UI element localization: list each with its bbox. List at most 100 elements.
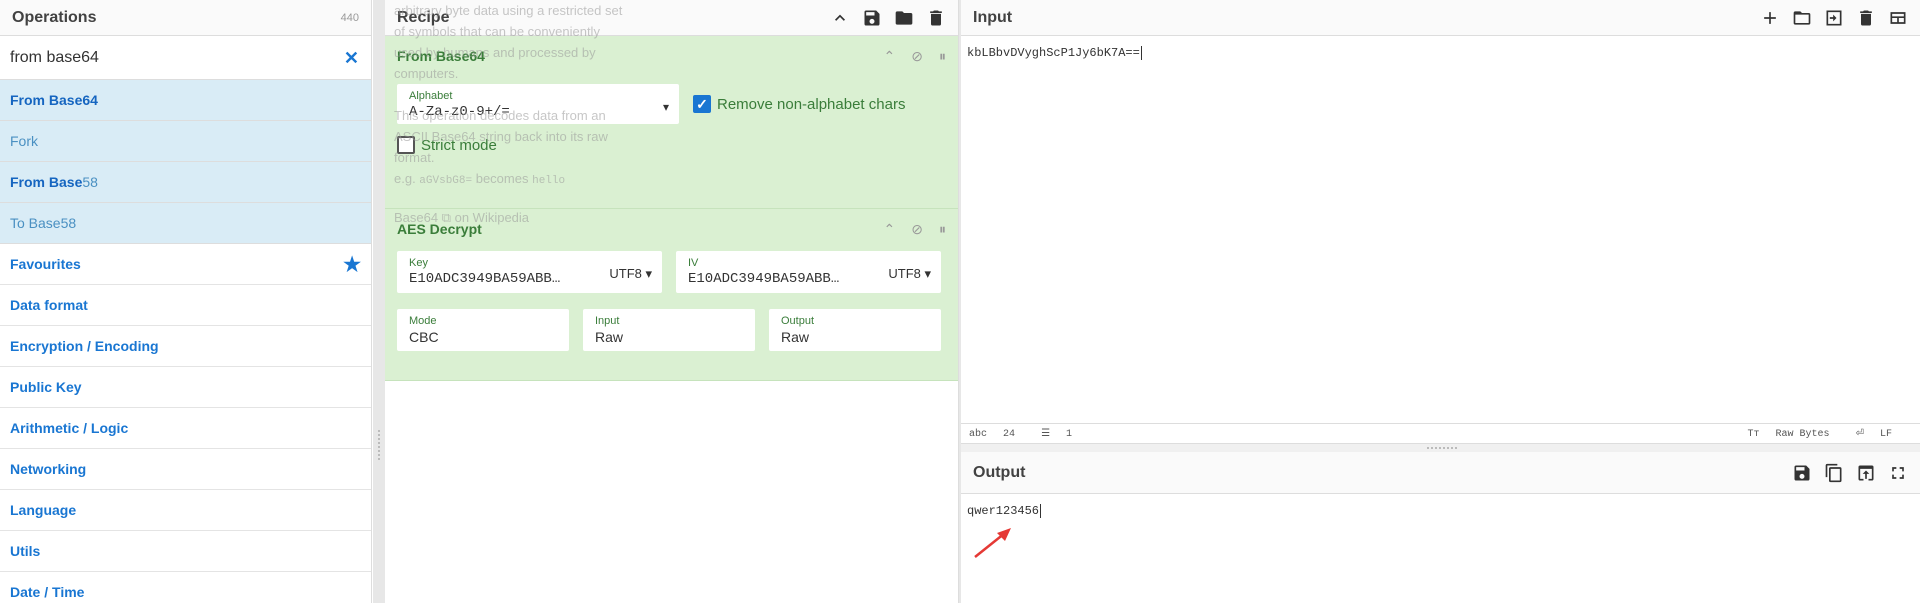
field-value: Raw xyxy=(781,329,810,345)
layout-icon[interactable] xyxy=(1888,8,1908,28)
category-encryption-encoding[interactable]: Encryption / Encoding xyxy=(0,326,371,367)
category-arithmetic-logic[interactable]: Arithmetic / Logic xyxy=(0,408,371,449)
chevron-up-icon[interactable]: ⌃ xyxy=(884,48,896,65)
recipe-pane: Recipe From Base64 ⌃ ⊘ ⏸ Alphabet A-Za-z… xyxy=(385,0,959,603)
io-resizer[interactable] xyxy=(961,444,1920,452)
iv-field[interactable]: IV E10ADC3949BA59ABB… UTF8 ▾ xyxy=(676,251,941,293)
category-label: Arithmetic / Logic xyxy=(10,420,129,436)
input-title: Input xyxy=(973,8,1013,26)
alphabet-row: Alphabet A-Za-z0-9+/= ▾ ✓ Remove non-alp… xyxy=(397,84,946,124)
chevron-up-icon[interactable]: ⌃ xyxy=(884,221,896,238)
ingredient-aes-decrypt: AES Decrypt ⌃ ⊘ ⏸ Key E10ADC3949BA59ABB…… xyxy=(385,209,958,381)
output-toolbar xyxy=(1792,463,1908,483)
trash-icon[interactable] xyxy=(926,8,946,28)
resizer-grip xyxy=(378,430,380,460)
lines-icon: ☰ xyxy=(1041,428,1051,440)
pane-resizer-left[interactable] xyxy=(373,0,385,603)
eol-label: LF xyxy=(1879,428,1892,440)
disable-icon[interactable]: ⊘ xyxy=(911,221,923,238)
output-title: Output xyxy=(973,463,1026,481)
star-icon: ★ xyxy=(343,253,361,276)
key-iv-row: Key E10ADC3949BA59ABB… UTF8 ▾ IV E10ADC3… xyxy=(397,251,946,293)
field-value: A-Za-z0-9+/= xyxy=(409,104,510,120)
clear-search-icon[interactable]: ✕ xyxy=(344,48,359,69)
line-count: ☰ 1 xyxy=(1041,429,1082,440)
ingredient-header: From Base64 ⌃ ⊘ ⏸ xyxy=(397,44,946,68)
category-label: Networking xyxy=(10,461,87,477)
category-language[interactable]: Language xyxy=(0,490,371,531)
caret-down-icon: ▾ xyxy=(662,100,669,114)
encoding-label: UTF8 xyxy=(888,266,921,281)
strict-mode-checkbox[interactable]: Strict mode xyxy=(397,136,946,154)
field-label: Output xyxy=(781,315,815,327)
operations-title: Operations xyxy=(12,8,97,26)
op-label-bold: From Base xyxy=(10,174,83,190)
checkbox-label: Strict mode xyxy=(421,136,497,154)
op-fork[interactable]: Fork xyxy=(0,121,371,162)
chevron-up-icon[interactable] xyxy=(830,8,850,28)
char-count-value: 24 xyxy=(1003,428,1016,440)
category-utils[interactable]: Utils xyxy=(0,531,371,572)
text-cursor xyxy=(1140,46,1142,60)
iv-encoding-dropdown[interactable]: UTF8 ▾ xyxy=(888,266,931,282)
category-label: Favourites xyxy=(10,256,81,272)
maximize-icon[interactable] xyxy=(1888,463,1908,483)
category-date-time[interactable]: Date / Time xyxy=(0,572,371,603)
output-format-select[interactable]: Output Raw xyxy=(769,309,941,351)
open-folder-icon[interactable] xyxy=(1792,8,1812,28)
op-label-rest: Fork xyxy=(10,133,38,149)
recipe-header: Recipe xyxy=(385,0,958,36)
input-format-select[interactable]: Input Raw xyxy=(583,309,755,351)
output-text: qwer123456 xyxy=(967,504,1040,518)
op-label-rest: To Base58 xyxy=(10,215,77,231)
key-encoding-dropdown[interactable]: UTF8 ▾ xyxy=(609,266,652,282)
op-to-base58[interactable]: To Base58 xyxy=(0,203,371,244)
category-data-format[interactable]: Data format xyxy=(0,285,371,326)
key-field[interactable]: Key E10ADC3949BA59ABB… UTF8 ▾ xyxy=(397,251,662,293)
category-favourites[interactable]: Favourites ★ xyxy=(0,244,371,285)
remove-non-alphabet-checkbox[interactable]: ✓ Remove non-alphabet chars xyxy=(693,95,905,113)
input-status-bar: abc 24 ☰ 1 Tт Raw Bytes ⏎ LF xyxy=(961,424,1920,444)
folder-icon[interactable] xyxy=(894,8,914,28)
encoding-button[interactable]: Tт Raw Bytes xyxy=(1748,429,1840,440)
ingredient-title: AES Decrypt xyxy=(397,221,482,237)
operations-search: ✕ xyxy=(0,36,371,80)
field-value: E10ADC3949BA59ABB… xyxy=(688,271,840,287)
search-input[interactable] xyxy=(10,48,330,67)
operations-count: 440 xyxy=(340,11,359,24)
copy-icon[interactable] xyxy=(1824,463,1844,483)
operations-pane: Operations 440 ✕ From Base64 Fork From B… xyxy=(0,0,372,603)
eol-button[interactable]: ⏎ LF xyxy=(1856,429,1902,440)
alphabet-select[interactable]: Alphabet A-Za-z0-9+/= ▾ xyxy=(397,84,679,124)
pause-icon[interactable]: ⏸ xyxy=(939,221,946,238)
op-from-base64[interactable]: From Base64 xyxy=(0,80,371,121)
replace-input-icon[interactable] xyxy=(1856,463,1876,483)
mode-select[interactable]: Mode CBC xyxy=(397,309,569,351)
input-textarea[interactable]: kbLBbvDVyghScP1Jy6bK7A== xyxy=(961,36,1920,424)
field-value: CBC xyxy=(409,329,439,345)
op-from-base58[interactable]: From Base 58 xyxy=(0,162,371,203)
cyberchef-app: Operations 440 ✕ From Base64 Fork From B… xyxy=(0,0,1920,603)
field-value: Raw xyxy=(595,329,624,345)
disable-icon[interactable]: ⊘ xyxy=(911,48,923,65)
text-format-icon: Tт xyxy=(1747,428,1760,440)
add-tab-icon[interactable] xyxy=(1760,8,1780,28)
checkbox-checked-icon: ✓ xyxy=(693,95,711,113)
save-icon[interactable] xyxy=(1792,463,1812,483)
output-textarea[interactable]: qwer123456 xyxy=(961,494,1920,528)
category-label: Utils xyxy=(10,543,41,559)
red-arrow-annotation xyxy=(974,528,1011,558)
ingredient-header: AES Decrypt ⌃ ⊘ ⏸ xyxy=(397,217,946,241)
trash-icon[interactable] xyxy=(1856,8,1876,28)
mode-row: Mode CBC Input Raw Output Raw xyxy=(397,309,946,351)
ingredient-controls: ⌃ ⊘ ⏸ xyxy=(884,221,946,238)
ingredient-title: From Base64 xyxy=(397,48,485,64)
open-file-icon[interactable] xyxy=(1824,8,1844,28)
category-networking[interactable]: Networking xyxy=(0,449,371,490)
pause-icon[interactable]: ⏸ xyxy=(939,48,946,65)
category-public-key[interactable]: Public Key xyxy=(0,367,371,408)
ingredient-controls: ⌃ ⊘ ⏸ xyxy=(884,48,946,65)
input-text: kbLBbvDVyghScP1Jy6bK7A== xyxy=(967,46,1140,60)
save-icon[interactable] xyxy=(862,8,882,28)
encoding-label: UTF8 xyxy=(609,266,642,281)
